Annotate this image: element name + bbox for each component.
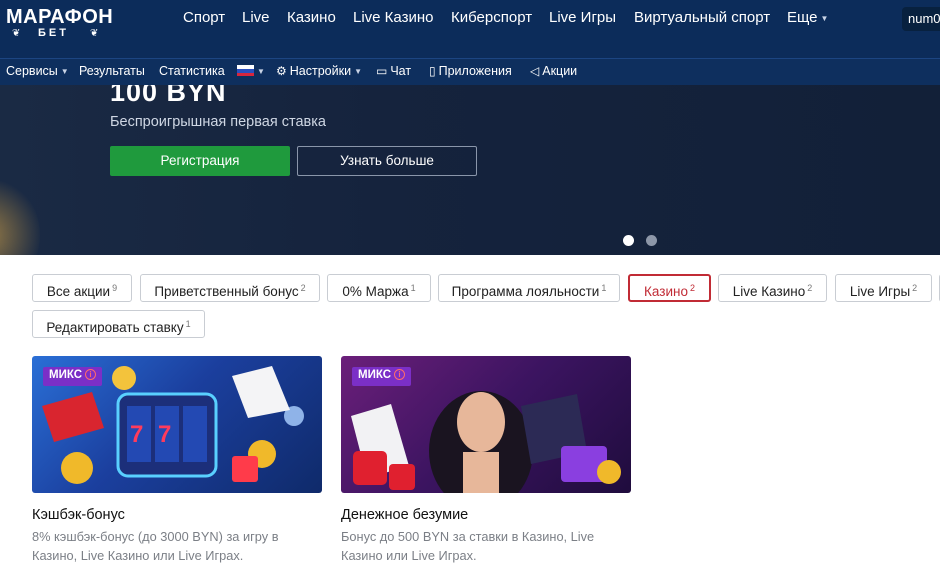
- user-account-chip[interactable]: num0: [902, 7, 940, 31]
- chevron-down-icon: ▼: [820, 13, 829, 23]
- filter-chip-casino[interactable]: Казино 2: [628, 274, 711, 302]
- filter-count: 1: [185, 319, 191, 329]
- nav-virtual-sport[interactable]: Виртуальный спорт: [634, 9, 770, 26]
- nav-more[interactable]: Еще ▼: [787, 9, 828, 26]
- nav-live[interactable]: Live: [242, 9, 270, 26]
- nav-live-casino[interactable]: Live Казино: [353, 9, 433, 26]
- megaphone-icon: ◁: [530, 64, 540, 78]
- hero-banner: 100 BYN Беспроигрышная первая ставка Рег…: [0, 85, 940, 255]
- phone-icon: ▯: [429, 64, 436, 78]
- gear-icon: ⚙: [276, 64, 287, 78]
- top-header: МАРАФОН ❦ БЕТ ❦ Спорт Live Казино Live К…: [0, 0, 940, 58]
- filter-label: Live Игры: [849, 284, 911, 299]
- subnav-services[interactable]: Сервисы ▼: [6, 64, 69, 78]
- hero-amount: 100 BYN: [110, 85, 227, 107]
- secondary-nav: Сервисы ▼ Результаты Статистика ▼ ⚙ Настро…: [0, 58, 940, 85]
- register-button[interactable]: Регистрация: [110, 146, 290, 176]
- filter-count: 2: [689, 283, 695, 293]
- subnav-results[interactable]: Результаты: [79, 64, 145, 78]
- nav-sport[interactable]: Спорт: [183, 9, 225, 26]
- promo-card-title[interactable]: Кэшбэк-бонус: [32, 507, 125, 523]
- carousel-dot-active[interactable]: [623, 235, 634, 246]
- logo-text-bottom: БЕТ: [38, 27, 69, 39]
- laurel-right-icon: ❦: [90, 28, 99, 39]
- promo-card-description: 8% кэшбэк-бонус (до 3000 BYN) за игру в …: [32, 529, 279, 563]
- nav-esports[interactable]: Киберспорт: [451, 9, 532, 26]
- filter-count: 2: [300, 283, 306, 293]
- subnav-chat[interactable]: ▭ Чат: [376, 64, 411, 78]
- info-icon[interactable]: i: [394, 369, 406, 380]
- subnav-language[interactable]: ▼: [237, 64, 265, 78]
- promo-card-description: Бонус до 500 BYN за ставки в Казино, Liv…: [341, 529, 595, 563]
- subnav-services-label: Сервисы: [6, 64, 58, 78]
- filter-label: Все акции: [46, 284, 111, 299]
- learn-more-button[interactable]: Узнать больше: [297, 146, 477, 176]
- subnav-stats[interactable]: Статистика: [159, 64, 225, 78]
- hero-decoration: [0, 175, 40, 255]
- info-icon[interactable]: i: [85, 369, 97, 380]
- filter-chip-zero-margin[interactable]: 0% Маржа 1: [327, 274, 431, 302]
- chevron-down-icon: ▼: [60, 67, 69, 77]
- filter-label: Программа лояльности: [451, 284, 600, 299]
- filter-count: 1: [410, 283, 416, 293]
- chevron-down-icon: ▼: [257, 67, 265, 77]
- promo-badge-mix: МИКС i: [352, 367, 412, 386]
- chat-icon: ▭: [376, 64, 388, 78]
- subnav-promos-label: Акции: [542, 64, 578, 78]
- nav-live-games[interactable]: Live Игры: [549, 9, 616, 26]
- filter-chip-live-games[interactable]: Live Игры 2: [835, 274, 932, 302]
- filter-label: Live Казино: [732, 284, 806, 299]
- filter-label: 0% Маржа: [342, 284, 409, 299]
- svg-text:7: 7: [130, 421, 143, 448]
- promo-badge-mix: МИКС i: [43, 367, 103, 386]
- filter-count: 2: [807, 283, 813, 293]
- filter-chip-all[interactable]: Все акции 9: [32, 274, 132, 302]
- subnav-settings-label: Настройки: [289, 64, 352, 78]
- nav-casino[interactable]: Казино: [287, 9, 336, 26]
- filter-label: Казино: [644, 284, 688, 299]
- subnav-apps[interactable]: ▯ Приложения: [429, 64, 512, 78]
- nav-more-label: Еще: [787, 9, 818, 26]
- filter-count: 1: [601, 283, 607, 293]
- promo-card-title[interactable]: Денежное безумие: [341, 507, 468, 523]
- promo-card-image-cashback[interactable]: 7 7 МИКС i: [32, 356, 322, 493]
- subnav-settings[interactable]: ⚙ Настройки ▼: [276, 64, 362, 78]
- badge-label: МИКС: [49, 369, 83, 381]
- subnav-promos[interactable]: ◁ Акции: [530, 64, 577, 78]
- svg-text:7: 7: [158, 421, 171, 448]
- filter-chip-loyalty[interactable]: Программа лояльности 1: [438, 274, 620, 302]
- filter-label: Редактировать ставку: [46, 320, 184, 335]
- filter-chip-live-casino[interactable]: Live Казино 2: [718, 274, 827, 302]
- chevron-down-icon: ▼: [354, 67, 362, 77]
- filter-chip-edit-bet[interactable]: Редактировать ставку 1: [32, 310, 205, 338]
- badge-label: МИКС: [358, 369, 392, 381]
- hero-subtitle: Беспроигрышная первая ставка: [110, 114, 326, 130]
- filter-count: 9: [112, 283, 118, 293]
- filter-label: Приветственный бонус: [154, 284, 299, 299]
- laurel-left-icon: ❦: [12, 28, 21, 39]
- filter-chip-welcome[interactable]: Приветственный бонус 2: [140, 274, 320, 302]
- subnav-apps-label: Приложения: [438, 64, 512, 78]
- russian-flag-icon: [237, 65, 254, 77]
- carousel-dot[interactable]: [646, 235, 657, 246]
- marathonbet-logo[interactable]: МАРАФОН ❦ БЕТ ❦: [6, 4, 124, 44]
- logo-text-top: МАРАФОН: [6, 6, 114, 28]
- filter-count: 2: [912, 283, 918, 293]
- subnav-chat-label: Чат: [390, 64, 412, 78]
- promo-card-image-money-madness[interactable]: МИКС i: [341, 356, 631, 493]
